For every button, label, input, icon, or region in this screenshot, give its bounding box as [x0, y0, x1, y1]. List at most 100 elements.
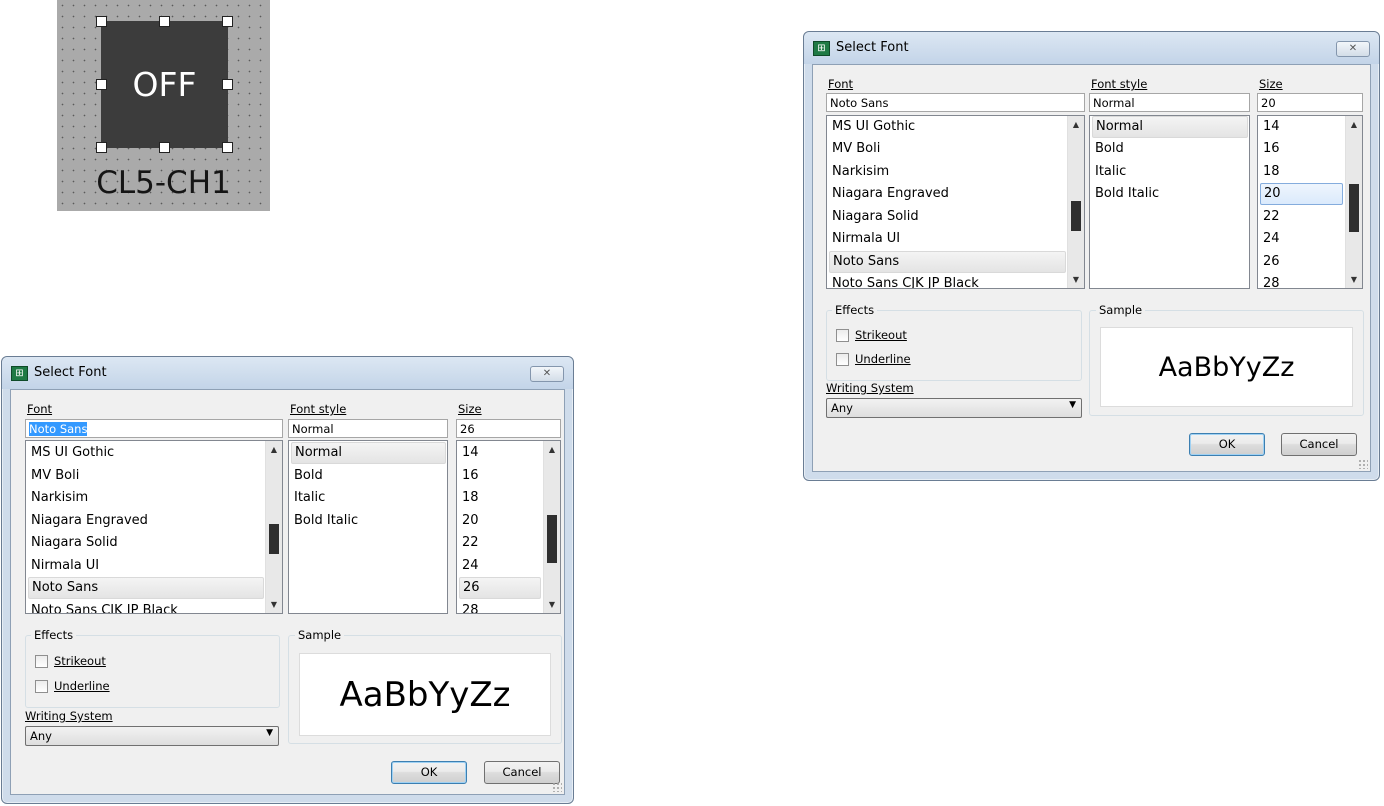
size-list-item[interactable]: 22 [1260, 206, 1344, 228]
size-list-item[interactable]: 28 [459, 600, 542, 613]
style-list-item[interactable]: Bold Italic [1092, 183, 1248, 205]
close-button[interactable]: ✕ [1336, 41, 1370, 57]
writing-system-select[interactable]: Any ▼ [826, 398, 1082, 418]
size-list-item[interactable]: 16 [459, 465, 542, 487]
strikeout-label[interactable]: Strikeout [54, 654, 106, 668]
scroll-thumb[interactable] [1349, 184, 1359, 232]
font-list-scrollbar[interactable]: ▲ ▼ [265, 441, 282, 613]
font-list-item[interactable]: Narkisim [829, 161, 1067, 183]
font-list-item-selected[interactable]: Noto Sans [829, 251, 1066, 273]
underline-checkbox[interactable] [836, 353, 849, 366]
size-list-item-selected[interactable]: 26 [459, 577, 541, 599]
scroll-up-icon[interactable]: ▲ [266, 441, 282, 458]
font-style-field[interactable]: Normal [288, 419, 448, 438]
style-list-item[interactable]: Bold [291, 465, 446, 487]
scroll-up-icon[interactable]: ▲ [1346, 116, 1362, 133]
underline-label[interactable]: Underline [855, 352, 911, 366]
size-list-item[interactable]: 16 [1260, 138, 1344, 160]
resize-handle-right[interactable] [222, 79, 233, 90]
font-list-item[interactable]: Niagara Engraved [28, 510, 265, 532]
strikeout-label[interactable]: Strikeout [855, 328, 907, 342]
font-list-item[interactable]: Nirmala UI [28, 555, 265, 577]
resize-handle-bottom-left[interactable] [96, 142, 107, 153]
font-list-item[interactable]: MS UI Gothic [28, 442, 265, 464]
resize-handle-bottom-right[interactable] [222, 142, 233, 153]
underline-label[interactable]: Underline [54, 679, 110, 693]
resize-handle-left[interactable] [96, 79, 107, 90]
size-field[interactable]: 26 [456, 419, 561, 438]
resize-handle-bottom[interactable] [159, 142, 170, 153]
dialog-title: Select Font [836, 40, 909, 55]
style-list-item-selected[interactable]: Normal [1092, 116, 1248, 138]
font-style-list[interactable]: Normal Bold Italic Bold Italic [288, 440, 448, 614]
button-face[interactable]: OFF [101, 21, 228, 148]
font-name-field[interactable]: Noto Sans [826, 93, 1085, 112]
size-list-item[interactable]: 22 [459, 532, 542, 554]
font-list-item[interactable]: Noto Sans CJK JP Black [28, 600, 265, 613]
scroll-down-icon[interactable]: ▼ [266, 596, 282, 613]
scroll-up-icon[interactable]: ▲ [1068, 116, 1084, 133]
writing-system-select[interactable]: Any ▼ [25, 726, 279, 746]
font-list-item[interactable]: Narkisim [28, 487, 265, 509]
strikeout-checkbox[interactable] [35, 655, 48, 668]
ok-button[interactable]: OK [1189, 433, 1265, 456]
font-list-item[interactable]: Niagara Solid [829, 206, 1067, 228]
font-list-item[interactable]: Nirmala UI [829, 228, 1067, 250]
size-list-scrollbar[interactable]: ▲ ▼ [1345, 116, 1362, 288]
scroll-down-icon[interactable]: ▼ [544, 596, 560, 613]
font-list-item[interactable]: MV Boli [28, 465, 265, 487]
size-list-scrollbar[interactable]: ▲ ▼ [543, 441, 560, 613]
font-style-label: Font style [1091, 77, 1148, 91]
size-field[interactable]: 20 [1257, 93, 1363, 112]
font-list-item[interactable]: MS UI Gothic [829, 116, 1067, 138]
size-list-item[interactable]: 18 [1260, 161, 1344, 183]
resize-grip-icon[interactable] [552, 782, 562, 792]
cancel-button[interactable]: Cancel [484, 761, 560, 784]
size-list[interactable]: 14 16 18 20 22 24 26 28 ▲ ▼ [1257, 115, 1363, 289]
size-list[interactable]: 14 16 18 20 22 24 26 28 ▲ ▼ [456, 440, 561, 614]
style-list-item[interactable]: Bold [1092, 138, 1248, 160]
size-list-item[interactable]: 24 [1260, 228, 1344, 250]
resize-handle-top-right[interactable] [222, 16, 233, 27]
size-list-item[interactable]: 28 [1260, 273, 1344, 288]
button-widget-preview[interactable]: OFF CL5-CH1 [57, 0, 270, 211]
title-bar[interactable]: ⊞ Select Font ✕ [2, 357, 573, 389]
font-list-item[interactable]: MV Boli [829, 138, 1067, 160]
scroll-down-icon[interactable]: ▼ [1346, 271, 1362, 288]
font-list-scrollbar[interactable]: ▲ ▼ [1067, 116, 1084, 288]
underline-checkbox[interactable] [35, 680, 48, 693]
size-list-item[interactable]: 20 [459, 510, 542, 532]
ok-button[interactable]: OK [391, 761, 467, 784]
font-style-field[interactable]: Normal [1089, 93, 1250, 112]
style-list-item[interactable]: Italic [1092, 161, 1248, 183]
style-list-item-selected[interactable]: Normal [291, 442, 446, 464]
font-list-item-selected[interactable]: Noto Sans [28, 577, 264, 599]
font-list-item[interactable]: Niagara Engraved [829, 183, 1067, 205]
font-name-field[interactable]: Noto Sans [25, 419, 283, 438]
cancel-button[interactable]: Cancel [1281, 433, 1357, 456]
style-list-item[interactable]: Italic [291, 487, 446, 509]
resize-handle-top[interactable] [159, 16, 170, 27]
close-button[interactable]: ✕ [530, 366, 564, 382]
style-list-item[interactable]: Bold Italic [291, 510, 446, 532]
font-list-item[interactable]: Niagara Solid [28, 532, 265, 554]
size-list-item[interactable]: 18 [459, 487, 542, 509]
scroll-thumb[interactable] [269, 524, 279, 554]
font-list[interactable]: MS UI Gothic MV Boli Narkisim Niagara En… [25, 440, 283, 614]
scroll-thumb[interactable] [1071, 201, 1081, 231]
font-list[interactable]: MS UI Gothic MV Boli Narkisim Niagara En… [826, 115, 1085, 289]
resize-grip-icon[interactable] [1358, 459, 1368, 469]
font-style-list[interactable]: Normal Bold Italic Bold Italic [1089, 115, 1250, 289]
scroll-up-icon[interactable]: ▲ [544, 441, 560, 458]
size-list-item[interactable]: 26 [1260, 251, 1344, 273]
resize-handle-top-left[interactable] [96, 16, 107, 27]
strikeout-checkbox[interactable] [836, 329, 849, 342]
font-list-item[interactable]: Noto Sans CJK JP Black [829, 273, 1067, 288]
size-list-item[interactable]: 24 [459, 555, 542, 577]
size-list-item-selected[interactable]: 20 [1260, 183, 1343, 205]
title-bar[interactable]: ⊞ Select Font ✕ [804, 32, 1379, 64]
size-list-item[interactable]: 14 [1260, 116, 1344, 138]
scroll-thumb[interactable] [547, 515, 557, 563]
scroll-down-icon[interactable]: ▼ [1068, 271, 1084, 288]
size-list-item[interactable]: 14 [459, 442, 542, 464]
